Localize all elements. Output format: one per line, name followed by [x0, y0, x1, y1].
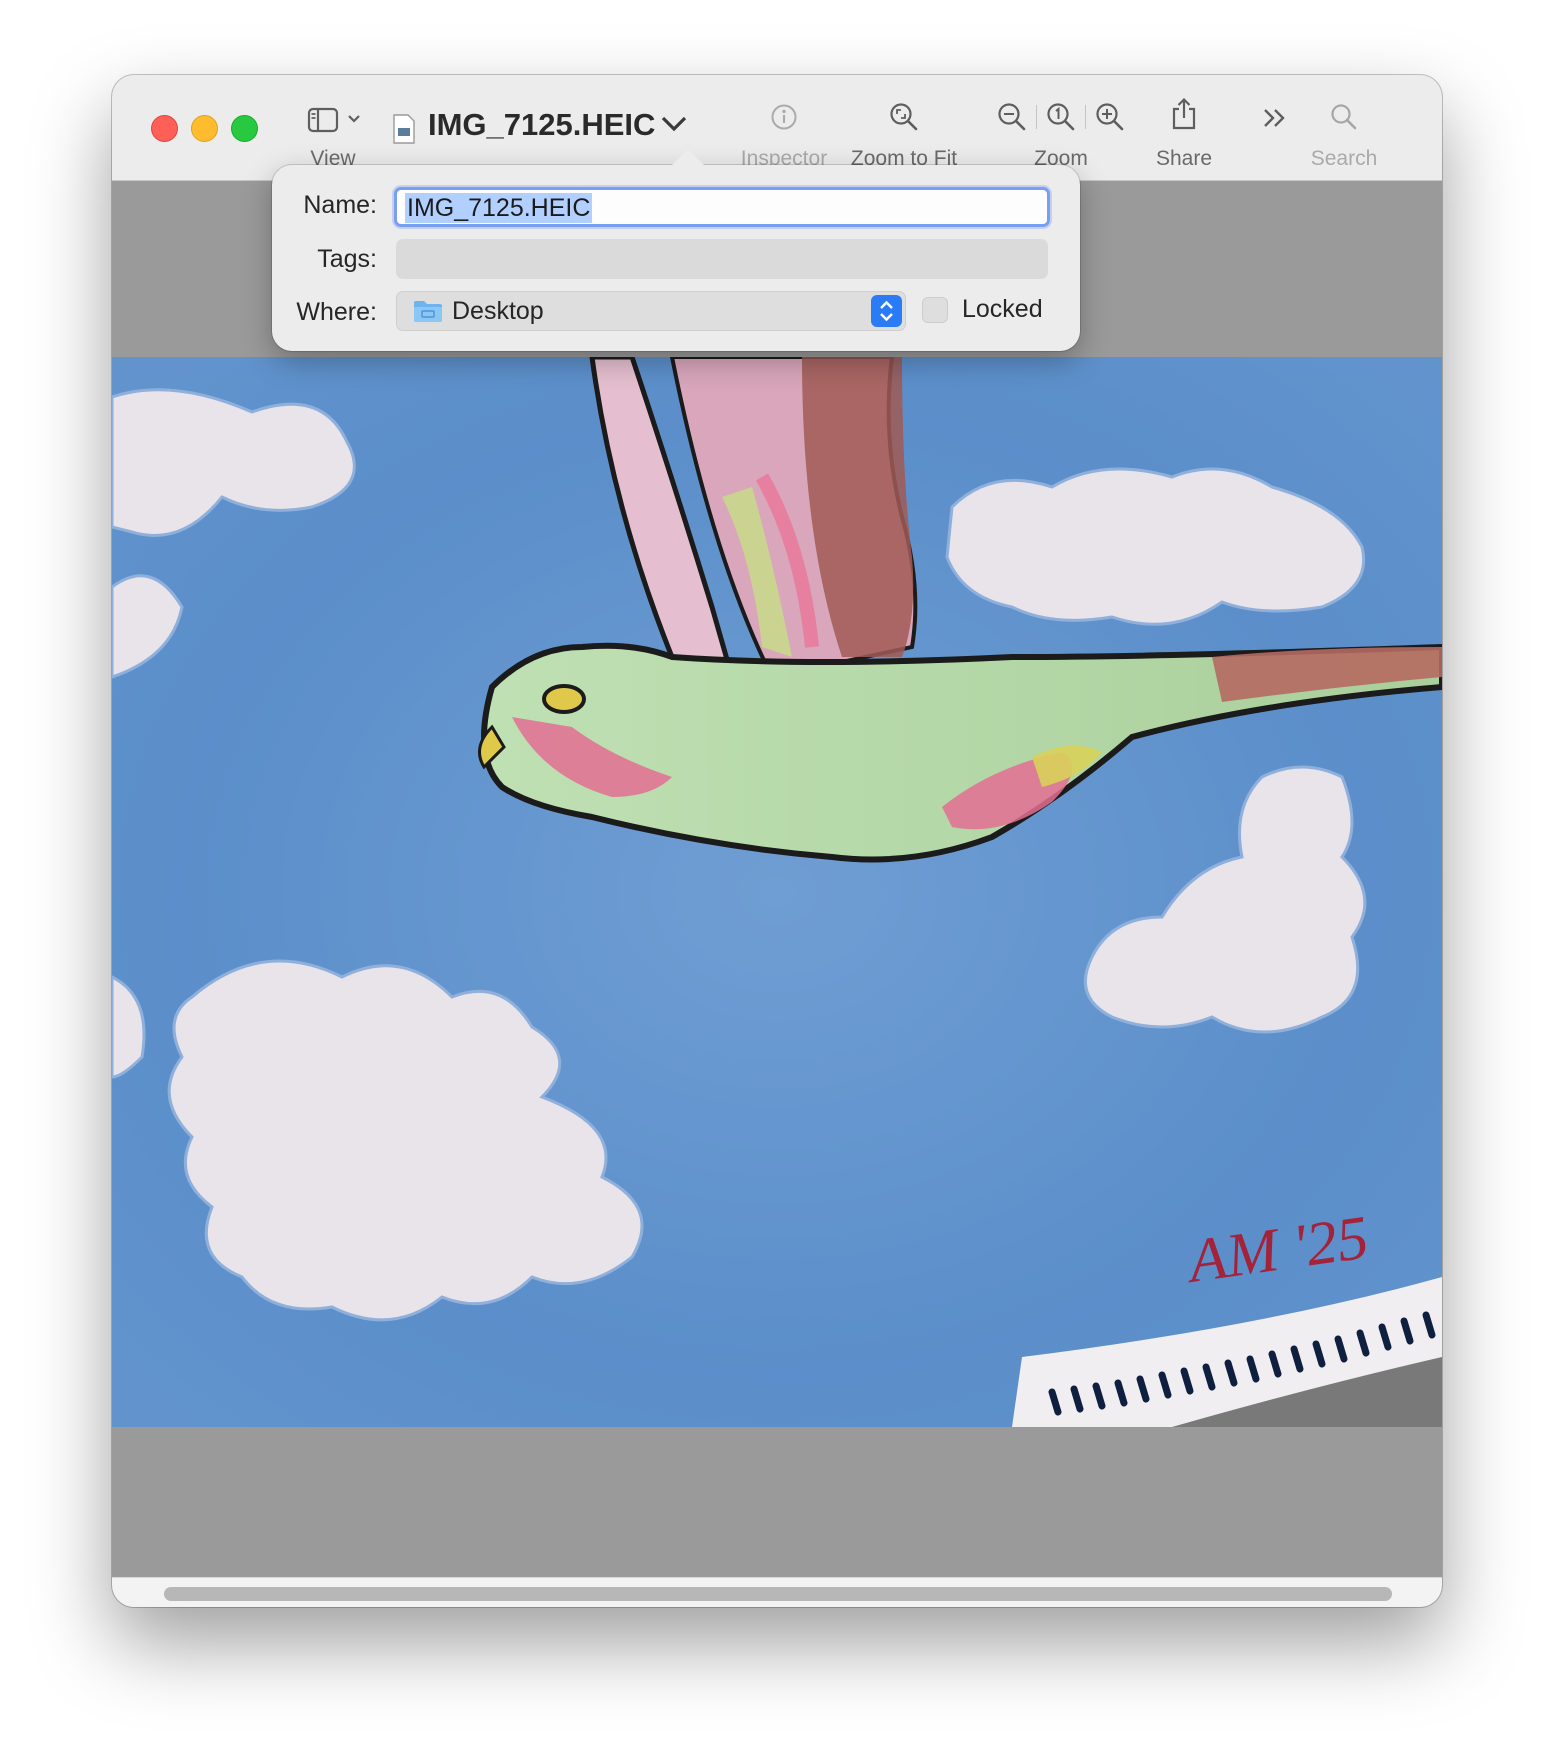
search-label: Search	[1310, 147, 1378, 170]
zoom-in-icon[interactable]	[1095, 102, 1125, 132]
zoom-out-icon[interactable]	[997, 102, 1027, 132]
where-stepper[interactable]	[871, 295, 902, 327]
where-select[interactable]: Desktop	[396, 291, 906, 331]
preview-window: AM '25 View IMG_7125.HEIC Inspector Zoom…	[112, 75, 1442, 1607]
where-label: Where:	[296, 298, 377, 326]
canvas-bottom-area	[112, 1427, 1442, 1577]
tags-field[interactable]	[396, 239, 1048, 279]
share-label: Share	[1155, 147, 1213, 170]
rename-popover: Name: IMG_7125.HEIC Tags: Where: Desktop	[272, 149, 1080, 351]
search-icon	[1331, 104, 1357, 130]
name-field[interactable]: IMG_7125.HEIC	[394, 187, 1050, 227]
stepper-icon	[880, 300, 893, 322]
info-icon	[771, 104, 797, 130]
zoom-to-fit-icon	[890, 103, 918, 131]
locked-label[interactable]: Locked	[962, 295, 1043, 324]
drawing-image: AM '25	[112, 357, 1442, 1427]
actual-size-icon[interactable]	[1046, 102, 1076, 132]
chevron-down-icon	[348, 115, 360, 123]
scrollbar-thumb[interactable]	[164, 1587, 1392, 1601]
minimize-button[interactable]	[191, 115, 218, 142]
close-button[interactable]	[151, 115, 178, 142]
more-chevron-icon[interactable]	[1262, 107, 1288, 129]
document-icon	[393, 114, 415, 144]
name-label: Name:	[303, 191, 377, 219]
name-value[interactable]: IMG_7125.HEIC	[405, 193, 593, 223]
sidebar-toggle-icon	[307, 107, 339, 133]
folder-icon	[414, 301, 442, 322]
where-value: Desktop	[452, 297, 544, 325]
image-canvas[interactable]: AM '25	[112, 357, 1442, 1427]
fullscreen-button[interactable]	[231, 115, 258, 142]
locked-checkbox[interactable]	[922, 297, 948, 323]
document-title[interactable]: IMG_7125.HEIC	[428, 107, 655, 143]
title-chevron-down-icon[interactable]	[660, 115, 688, 133]
popover-arrow	[672, 149, 704, 165]
share-icon	[1172, 97, 1196, 130]
tags-label: Tags:	[317, 245, 377, 273]
horizontal-scrollbar[interactable]	[112, 1577, 1442, 1607]
